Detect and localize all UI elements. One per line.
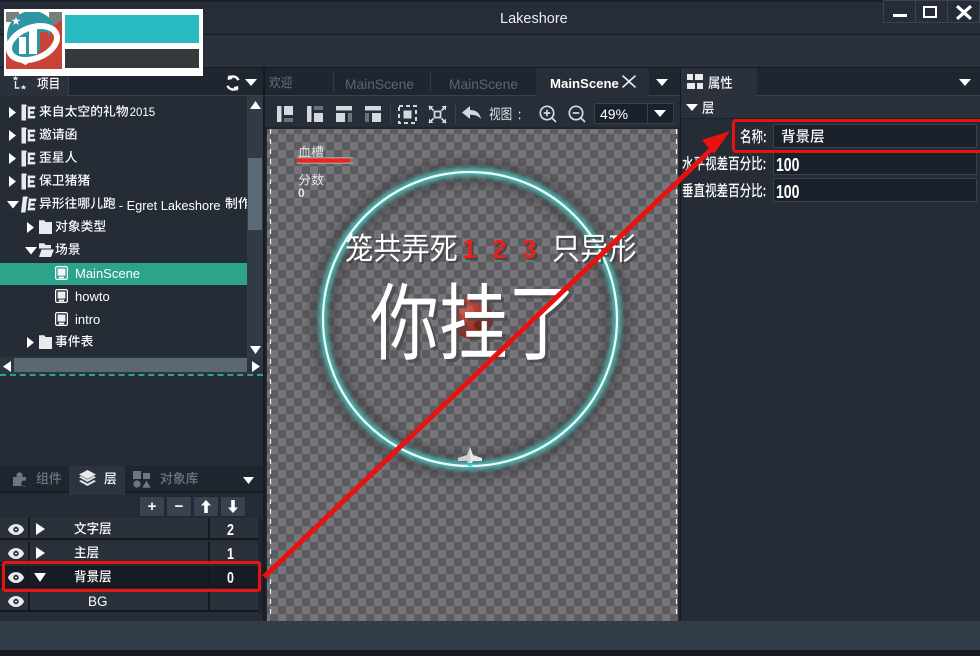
svg-text:1: 1 [462, 234, 476, 264]
svg-text:3: 3 [522, 234, 536, 264]
svg-text:2: 2 [492, 234, 506, 264]
svg-text:0: 0 [298, 186, 305, 200]
